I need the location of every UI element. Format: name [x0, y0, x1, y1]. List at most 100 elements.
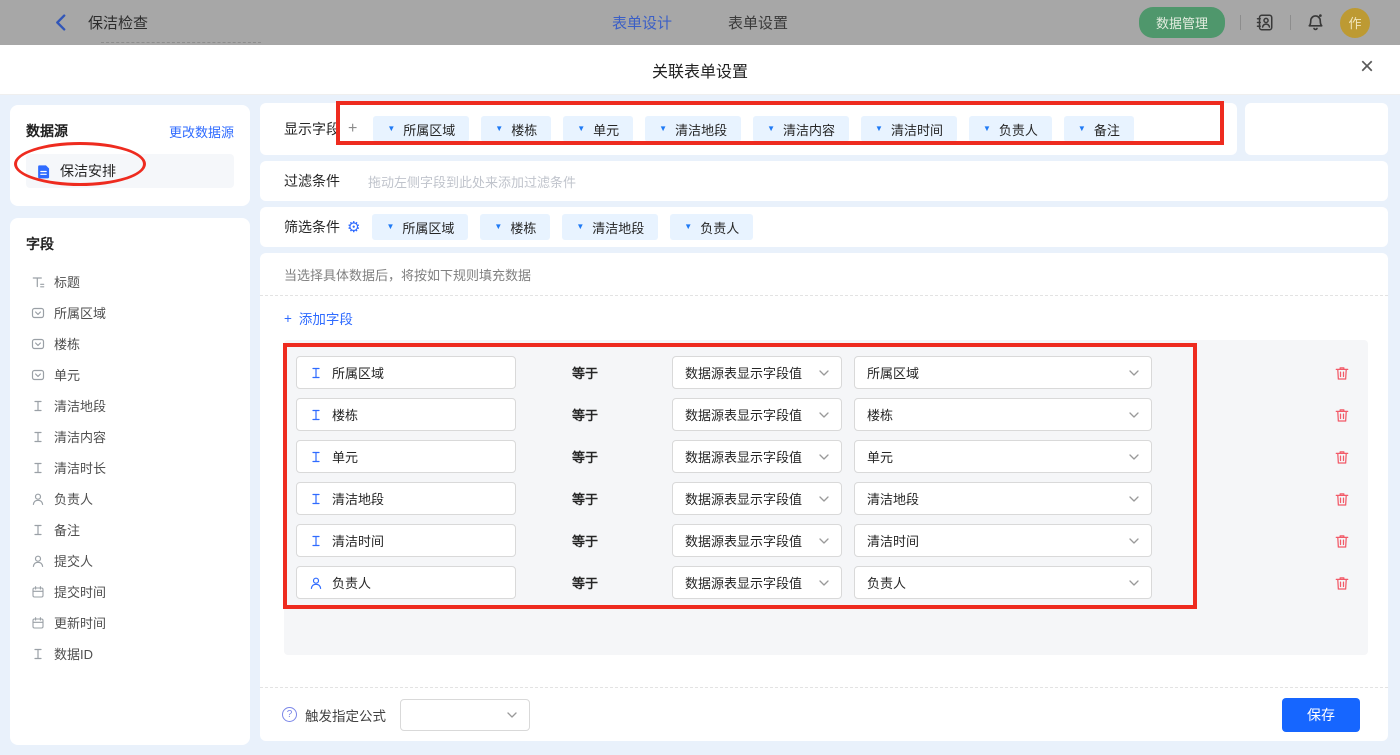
chevron-down-icon [819, 538, 829, 544]
rule-field-box[interactable]: 清洁时间 [296, 524, 516, 557]
filter-dropzone[interactable]: 拖动左侧字段到此处来添加过滤条件 [368, 172, 576, 191]
save-button[interactable]: 保存 [1282, 697, 1360, 732]
document-icon [36, 164, 51, 179]
formula-select[interactable] [400, 698, 530, 731]
display-field-tag[interactable]: ▼ 楼栋 [481, 116, 552, 142]
tag-label: 楼栋 [511, 122, 538, 138]
display-field-tag[interactable]: ▼ 清洁时间 [861, 116, 957, 142]
add-field-button[interactable]: + 添加字段 [260, 296, 1388, 340]
field-item[interactable]: 数据ID [26, 638, 234, 669]
rule-field-label: 清洁地段 [332, 492, 385, 507]
rule-source-value: 数据源表显示字段值 [685, 534, 803, 549]
rule-field-box[interactable]: 单元 [296, 440, 516, 473]
delete-rule-icon[interactable] [1334, 533, 1350, 549]
field-item[interactable]: 楼栋 [26, 328, 234, 359]
sift-field-tag[interactable]: ▼ 楼栋 [480, 214, 551, 240]
delete-rule-icon[interactable] [1334, 407, 1350, 423]
rule-field-label: 所属区域 [332, 366, 385, 381]
field-item[interactable]: 清洁时长 [26, 452, 234, 483]
display-field-tag[interactable]: ▼ 备注 [1063, 116, 1134, 142]
rule-value-select[interactable]: 清洁地段 [854, 482, 1152, 515]
rule-field-label: 清洁时间 [332, 534, 385, 549]
chevron-down-icon: ▼ [767, 124, 776, 133]
delete-rule-icon[interactable] [1334, 365, 1350, 381]
tag-label: 清洁地段 [592, 220, 645, 236]
rule-source-value: 数据源表显示字段值 [685, 450, 803, 465]
delete-rule-icon[interactable] [1334, 449, 1350, 465]
chevron-down-icon [819, 412, 829, 418]
display-fields-side-panel [1245, 103, 1388, 155]
rule-source-select[interactable]: 数据源表显示字段值 [672, 356, 842, 389]
field-item[interactable]: 清洁内容 [26, 421, 234, 452]
chevron-down-icon [819, 496, 829, 502]
field-item[interactable]: 提交时间 [26, 576, 234, 607]
display-field-tag[interactable]: ▼ 清洁内容 [753, 116, 850, 142]
rule-row: 楼栋 等于 数据源表显示字段值 楼栋 [290, 398, 1350, 431]
field-item-label: 备注 [54, 523, 81, 538]
filter-section: 过滤条件 拖动左侧字段到此处来添加过滤条件 [260, 161, 1388, 201]
rule-field-box[interactable]: 所属区域 [296, 356, 516, 389]
display-field-tag[interactable]: ▼ 清洁地段 [645, 116, 742, 142]
rule-source-select[interactable]: 数据源表显示字段值 [672, 566, 842, 599]
rule-value-select[interactable]: 负责人 [854, 566, 1152, 599]
gear-icon[interactable]: ⚙ [347, 220, 360, 235]
rule-operator: 等于 [572, 492, 599, 507]
tab-form-design[interactable]: 表单设计 [612, 12, 672, 33]
rule-value-label: 清洁时间 [867, 534, 920, 549]
tag-label: 清洁内容 [783, 122, 836, 138]
add-display-field-button[interactable]: + [348, 120, 357, 138]
rule-value-select[interactable]: 所属区域 [854, 356, 1152, 389]
rule-value-select[interactable]: 单元 [854, 440, 1152, 473]
change-datasource-link[interactable]: 更改数据源 [169, 122, 234, 141]
field-item[interactable]: 备注 [26, 514, 234, 545]
chevron-down-icon [1129, 454, 1139, 460]
text-icon [31, 399, 45, 413]
text-icon [31, 461, 45, 475]
delete-rule-icon[interactable] [1334, 491, 1350, 507]
field-item[interactable]: 清洁地段 [26, 390, 234, 421]
chevron-down-icon [819, 580, 829, 586]
rule-source-select[interactable]: 数据源表显示字段值 [672, 482, 842, 515]
chevron-down-icon [507, 712, 517, 718]
display-field-tag[interactable]: ▼ 所属区域 [373, 116, 470, 142]
tab-form-settings[interactable]: 表单设置 [728, 12, 788, 33]
sift-field-tag[interactable]: ▼ 所属区域 [372, 214, 469, 240]
chevron-down-icon: ▼ [494, 222, 503, 231]
text-icon [309, 534, 323, 548]
rule-source-select[interactable]: 数据源表显示字段值 [672, 524, 842, 557]
rule-field-box[interactable]: 负责人 [296, 566, 516, 599]
field-item[interactable]: 标题 [26, 266, 234, 297]
add-field-label: 添加字段 [298, 312, 353, 327]
rule-value-select[interactable]: 清洁时间 [854, 524, 1152, 557]
field-item[interactable]: 更新时间 [26, 607, 234, 638]
field-item[interactable]: 单元 [26, 359, 234, 390]
rule-value-label: 所属区域 [867, 366, 920, 381]
text-icon [309, 366, 323, 380]
sift-section: 筛选条件 ⚙ ▼ 所属区域 ▼ 楼栋 ▼ 清洁地段 ▼ 负责人 [260, 207, 1388, 247]
field-item-label: 更新时间 [54, 616, 107, 631]
close-icon[interactable]: × [1360, 53, 1374, 81]
field-item[interactable]: 负责人 [26, 483, 234, 514]
field-item[interactable]: 所属区域 [26, 297, 234, 328]
rule-field-box[interactable]: 楼栋 [296, 398, 516, 431]
topbar-tabs: 表单设计 表单设置 [0, 0, 1400, 45]
sift-field-tag[interactable]: ▼ 负责人 [670, 214, 754, 240]
sift-field-tag[interactable]: ▼ 清洁地段 [562, 214, 659, 240]
rule-value-select[interactable]: 楼栋 [854, 398, 1152, 431]
datasource-item[interactable]: 保洁安排 [26, 154, 234, 188]
tag-label: 所属区域 [402, 220, 455, 236]
chevron-down-icon: ▼ [684, 222, 693, 231]
rule-value-label: 单元 [867, 450, 894, 465]
rules-panel: 所属区域 等于 数据源表显示字段值 所属区域 楼栋 等于 数据源表显示字段值 楼… [284, 340, 1368, 655]
formula-label: 触发指定公式 [305, 708, 386, 724]
rule-source-select[interactable]: 数据源表显示字段值 [672, 398, 842, 431]
person-icon [31, 492, 45, 506]
rule-source-select[interactable]: 数据源表显示字段值 [672, 440, 842, 473]
display-field-tag[interactable]: ▼ 负责人 [968, 116, 1052, 142]
help-icon[interactable]: ? [282, 707, 297, 722]
field-item[interactable]: 提交人 [26, 545, 234, 576]
delete-rule-icon[interactable] [1334, 575, 1350, 591]
rule-field-box[interactable]: 清洁地段 [296, 482, 516, 515]
display-field-tag[interactable]: ▼ 单元 [563, 116, 634, 142]
person-icon [309, 576, 323, 590]
